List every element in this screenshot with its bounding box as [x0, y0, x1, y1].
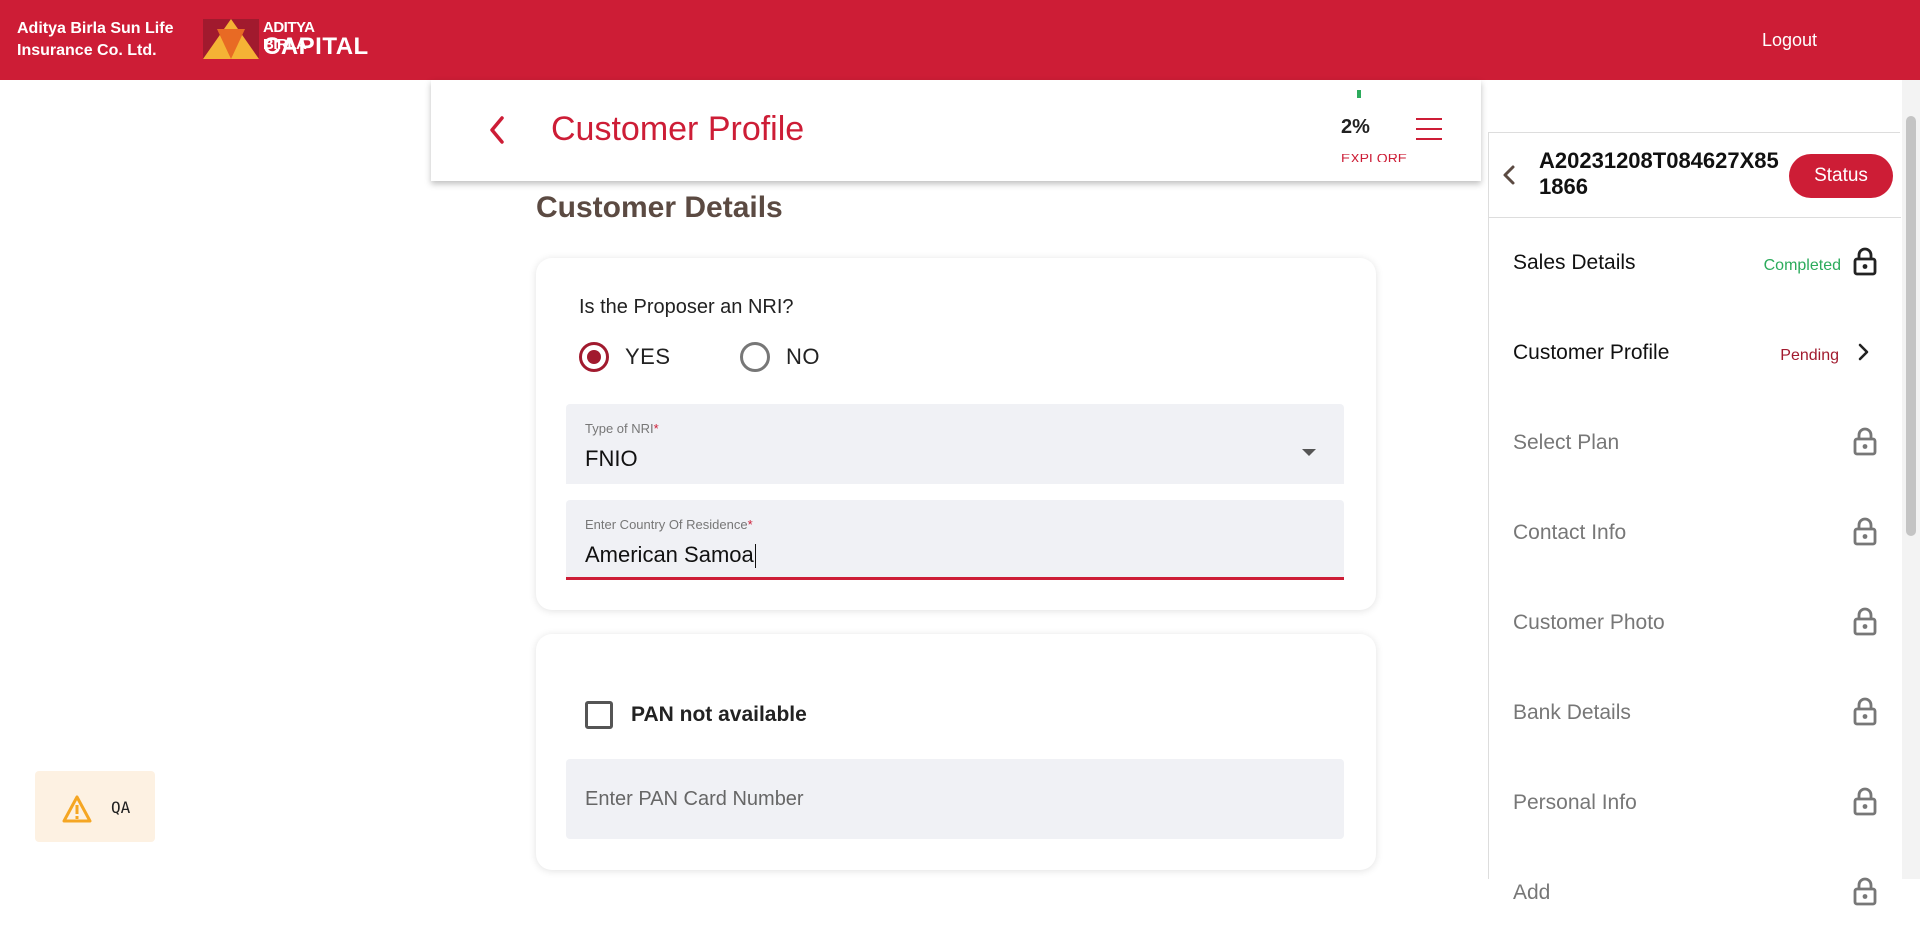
country-of-residence-field[interactable]: Enter Country Of Residence* American Sam… [566, 500, 1344, 580]
dropdown-caret-icon [1302, 449, 1316, 456]
lock-icon [1853, 246, 1877, 276]
nri-no-label: NO [786, 344, 820, 369]
sidebar-item-sales-details[interactable]: Sales Details Completed [1489, 218, 1901, 308]
logo-mark-icon [203, 19, 259, 59]
nri-yes-radio[interactable]: YES [579, 342, 671, 372]
sidebar-item-contact-info[interactable]: Contact Info [1489, 488, 1901, 578]
sidebar-item-label: Add [1513, 881, 1551, 904]
pan-card-field [566, 759, 1344, 839]
nri-question: Is the Proposer an NRI? [579, 296, 794, 318]
status-button[interactable]: Status [1789, 154, 1893, 198]
progress-percent: 2% [1341, 116, 1370, 138]
nri-card: Is the Proposer an NRI? YES NO Type of N… [536, 258, 1376, 610]
radio-checked-icon [579, 342, 609, 372]
nri-no-radio[interactable]: NO [740, 342, 820, 372]
sidebar-item-label: Select Plan [1513, 431, 1620, 454]
top-bar: Aditya Birla Sun Life Insurance Co. Ltd.… [0, 0, 1920, 80]
lock-icon [1853, 876, 1877, 906]
progress-sidebar: A20231208T084627X851866 Status Sales Det… [1488, 132, 1901, 906]
sidebar-item-status: Completed [1763, 257, 1841, 274]
country-of-residence-label: Enter Country Of Residence [585, 517, 748, 532]
required-mark: * [747, 517, 753, 532]
application-id: A20231208T084627X851866 [1539, 148, 1779, 199]
sidebar-item-add[interactable]: Add [1489, 848, 1901, 938]
logo-name-line-2: CAPITAL [263, 33, 369, 60]
sidebar-item-select-plan[interactable]: Select Plan [1489, 398, 1901, 488]
sidebar-item-label: Customer Profile [1513, 341, 1670, 364]
sidebar-header: A20231208T084627X851866 Status [1489, 133, 1901, 218]
section-title: Customer Details [536, 191, 783, 224]
back-arrow-icon[interactable] [485, 114, 509, 146]
brand-text: Aditya Birla Sun Life Insurance Co. Ltd. [17, 18, 173, 62]
lock-icon [1853, 786, 1877, 816]
sidebar-item-label: Contact Info [1513, 521, 1627, 544]
sidebar-item-personal-info[interactable]: Personal Info [1489, 758, 1901, 848]
sidebar-item-status: Pending [1780, 347, 1839, 364]
sidebar-item-label: Customer Photo [1513, 611, 1665, 634]
sidebar-item-label: Sales Details [1513, 251, 1636, 274]
lock-icon [1853, 516, 1877, 546]
brand-line-2: Insurance Co. Ltd. [17, 42, 157, 59]
sidebar-item-label: Bank Details [1513, 701, 1631, 724]
nri-yes-label: YES [625, 344, 671, 369]
text-cursor [754, 544, 756, 569]
pan-card: PAN not available [536, 634, 1376, 870]
brand-line-1: Aditya Birla Sun Life [17, 20, 174, 37]
pan-not-available-checkbox[interactable]: PAN not available [585, 701, 807, 729]
lock-icon [1853, 426, 1877, 456]
sidebar-item-label: Personal Info [1513, 791, 1637, 814]
country-of-residence-value: American Samoa [585, 542, 754, 567]
page-title: Customer Profile [551, 110, 805, 148]
type-of-nri-label: Type of NRI [585, 421, 654, 436]
type-of-nri-select[interactable]: Type of NRI* FNIO [566, 404, 1344, 484]
chevron-right-icon [1857, 341, 1871, 363]
checkbox-unchecked-icon [585, 701, 613, 729]
lock-icon [1853, 696, 1877, 726]
pan-card-input[interactable] [566, 759, 1344, 839]
hamburger-menu-icon[interactable] [1416, 118, 1442, 140]
scrollbar-thumb[interactable] [1906, 116, 1916, 536]
sidebar-item-customer-photo[interactable]: Customer Photo [1489, 578, 1901, 668]
logout-link[interactable]: Logout [1762, 30, 1817, 51]
lock-icon [1853, 606, 1877, 636]
warning-icon [62, 795, 92, 823]
radio-unchecked-icon [740, 342, 770, 372]
pan-not-available-label: PAN not available [631, 703, 807, 726]
required-mark: * [653, 421, 659, 436]
type-of-nri-value: FNIO [585, 446, 638, 471]
aditya-birla-capital-logo: ADITYA BIRLA CAPITAL [203, 19, 368, 61]
sidebar-item-bank-details[interactable]: Bank Details [1489, 668, 1901, 758]
peek-text: EXPLORE [1341, 154, 1408, 162]
qa-label: QA [111, 798, 131, 817]
progress-indicator [1357, 90, 1361, 98]
sidebar-item-customer-profile[interactable]: Customer Profile Pending [1489, 308, 1901, 398]
qa-badge: QA [35, 771, 155, 842]
page-header: EXPLORE Customer Profile 2% [431, 80, 1481, 181]
collapse-chevron-left-icon[interactable] [1501, 163, 1517, 187]
page-scrollbar[interactable] [1902, 80, 1920, 879]
